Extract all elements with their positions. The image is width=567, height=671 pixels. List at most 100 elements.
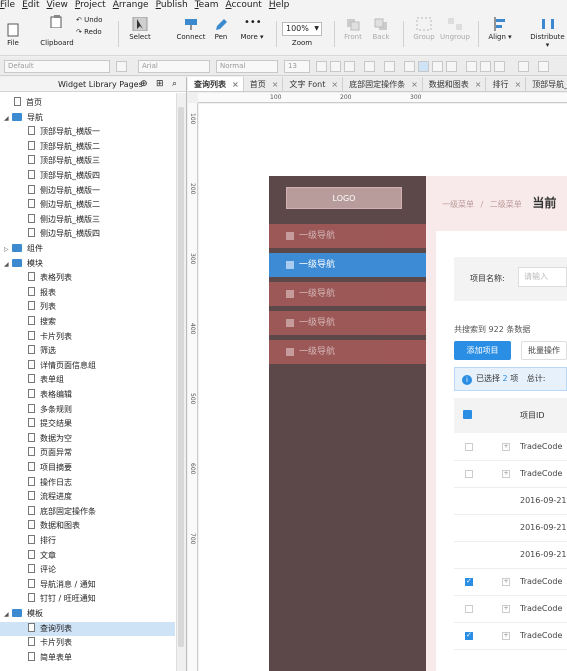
row-checkbox[interactable] [465, 470, 473, 478]
font-size-select[interactable]: 13 [284, 60, 310, 73]
bring-front-button[interactable]: Front [340, 17, 366, 41]
row-checkbox[interactable] [465, 631, 473, 640]
proto-nav-item[interactable]: 一级导航 [269, 282, 426, 306]
design-canvas[interactable]: LOGO 一级导航 一级导航 一级导航 一级导航 一级导航 一级菜单 / 二级菜单 当前… [199, 104, 567, 671]
valign-bottom-icon[interactable] [494, 61, 505, 72]
row-checkbox[interactable] [465, 605, 473, 613]
close-icon[interactable]: × [514, 80, 521, 89]
tree-page[interactable]: 筛选 [0, 344, 175, 358]
page-tab[interactable]: 底部固定操作条 × [343, 77, 423, 91]
menu-view[interactable]: View [47, 1, 68, 10]
bold-icon[interactable] [316, 61, 327, 72]
tree-page[interactable]: 钉钉 / 旺旺通知 [0, 592, 175, 606]
more-button[interactable]: ••• More ▾ [238, 17, 266, 41]
tree-page[interactable]: 多条规则 [0, 403, 175, 417]
tree-page[interactable]: 顶部导航_横版四 [0, 169, 175, 183]
justify-icon[interactable] [446, 61, 457, 72]
tree-page[interactable]: 卡片列表 [0, 330, 175, 344]
tree-page[interactable]: 导航消息 / 通知 [0, 578, 175, 592]
table-row[interactable]: + TradeCode [454, 596, 567, 623]
table-row[interactable]: 2016-09-21 [454, 542, 567, 569]
tree-page[interactable]: 简单表单 [0, 651, 175, 665]
page-tab[interactable]: 数据和图表 × [423, 77, 487, 91]
style-select[interactable]: Default [4, 60, 110, 73]
tree-page[interactable]: 底部固定操作条 [0, 505, 175, 519]
expand-icon[interactable]: + [502, 470, 510, 478]
group-button[interactable]: Group [410, 17, 438, 41]
align-right-icon[interactable] [432, 61, 443, 72]
table-row[interactable]: + TradeCode [454, 569, 567, 596]
align-left-icon[interactable] [404, 61, 415, 72]
search-icon[interactable]: ⌕ [172, 79, 177, 89]
project-name-input[interactable]: 请输入 [518, 267, 567, 287]
tree-page[interactable]: 侧边导航_横版二 [0, 198, 175, 212]
connect-button[interactable]: Connect [176, 17, 206, 41]
page-tab[interactable]: 文字 Font × [283, 77, 344, 91]
collapsed-arrow-icon[interactable]: ▷ [4, 243, 12, 257]
table-row[interactable]: + TradeCode [454, 434, 567, 461]
tree-page[interactable]: 评论 [0, 563, 175, 577]
expanded-arrow-icon[interactable]: ◢ [4, 112, 12, 126]
close-icon[interactable]: × [475, 80, 482, 89]
pen-button[interactable]: Pen [210, 17, 232, 41]
format-painter-icon[interactable] [116, 61, 127, 72]
expanded-arrow-icon[interactable]: ◢ [4, 258, 12, 272]
scrollbar-thumb[interactable] [178, 107, 184, 647]
tree-page[interactable]: 项目摘要 [0, 461, 175, 475]
tree-folder[interactable]: ◢ 导航 [0, 111, 175, 125]
page-tab[interactable]: 顶部导航_横版× [526, 77, 567, 91]
ungroup-button[interactable]: Ungroup [440, 17, 470, 41]
underline-icon[interactable] [344, 61, 355, 72]
page-tab[interactable]: 排行 × [486, 77, 527, 91]
menu-help[interactable]: Help [269, 1, 290, 10]
close-icon[interactable]: × [232, 80, 239, 89]
menu-account[interactable]: Account [225, 1, 261, 10]
select-button[interactable]: Select [126, 17, 154, 41]
tree-page[interactable]: 侧边导航_横版一 [0, 184, 175, 198]
tree-page[interactable]: 数据为空 [0, 432, 175, 446]
proto-nav-item[interactable]: 一级导航 [269, 224, 426, 248]
send-back-button[interactable]: Back [368, 17, 394, 41]
menu-team[interactable]: Team [195, 1, 219, 10]
italic-icon[interactable] [330, 61, 341, 72]
select-all-checkbox[interactable] [463, 410, 472, 419]
font-select[interactable]: Arial [138, 60, 210, 73]
tree-page[interactable]: 流程进度 [0, 490, 175, 504]
zoom-select[interactable]: 100% ▼ [282, 22, 322, 36]
valign-middle-icon[interactable] [480, 61, 491, 72]
breadcrumb-item[interactable]: 一级菜单 [442, 200, 474, 209]
menu-publish[interactable]: Publish [156, 1, 188, 10]
fill-color-icon[interactable] [518, 61, 529, 72]
expand-icon[interactable]: + [502, 605, 510, 613]
tree-folder[interactable]: ◢ 模板 [0, 607, 175, 621]
align-center-icon[interactable] [418, 61, 429, 72]
tree-page[interactable]: 数据和图表 [0, 519, 175, 533]
tree-page[interactable]: 首页 [0, 96, 175, 110]
tree-folder[interactable]: ▷ 组件 [0, 242, 175, 256]
tree-page[interactable]: 顶部导航_横版一 [0, 125, 175, 139]
font-weight-select[interactable]: Normal [216, 60, 278, 73]
tree-page[interactable]: 侧边导航_横版四 [0, 227, 175, 241]
tree-page[interactable]: 顶部导航_横版二 [0, 140, 175, 154]
add-page-icon[interactable]: ⊕ [140, 79, 148, 89]
tree-page[interactable]: 详情页面信息组 [0, 359, 175, 373]
align-button[interactable]: Align ▾ [486, 17, 514, 41]
tree-page[interactable]: 页面异常 [0, 446, 175, 460]
page-tab[interactable]: 查询列表 × [188, 77, 244, 91]
bullet-list-icon[interactable] [384, 61, 395, 72]
expanded-arrow-icon[interactable]: ◢ [4, 608, 12, 622]
tree-page[interactable]: 侧边导航_横版三 [0, 213, 175, 227]
expand-icon[interactable]: + [502, 443, 510, 451]
table-row[interactable]: 2016-09-21 [454, 515, 567, 542]
close-icon[interactable]: × [272, 80, 279, 89]
font-color-icon[interactable] [364, 61, 375, 72]
distribute-button[interactable]: Distribute ▾ [528, 17, 567, 49]
tree-page[interactable]: 报表 [0, 286, 175, 300]
tree-page[interactable]: 表格列表 [0, 271, 175, 285]
page-tab[interactable]: 首页 × [244, 77, 284, 91]
table-row[interactable]: + TradeCode [454, 461, 567, 488]
row-checkbox[interactable] [465, 577, 473, 586]
row-checkbox[interactable] [465, 443, 473, 451]
tree-page[interactable]: 列表 [0, 300, 175, 314]
tree-page[interactable]: 卡片列表 [0, 636, 175, 650]
